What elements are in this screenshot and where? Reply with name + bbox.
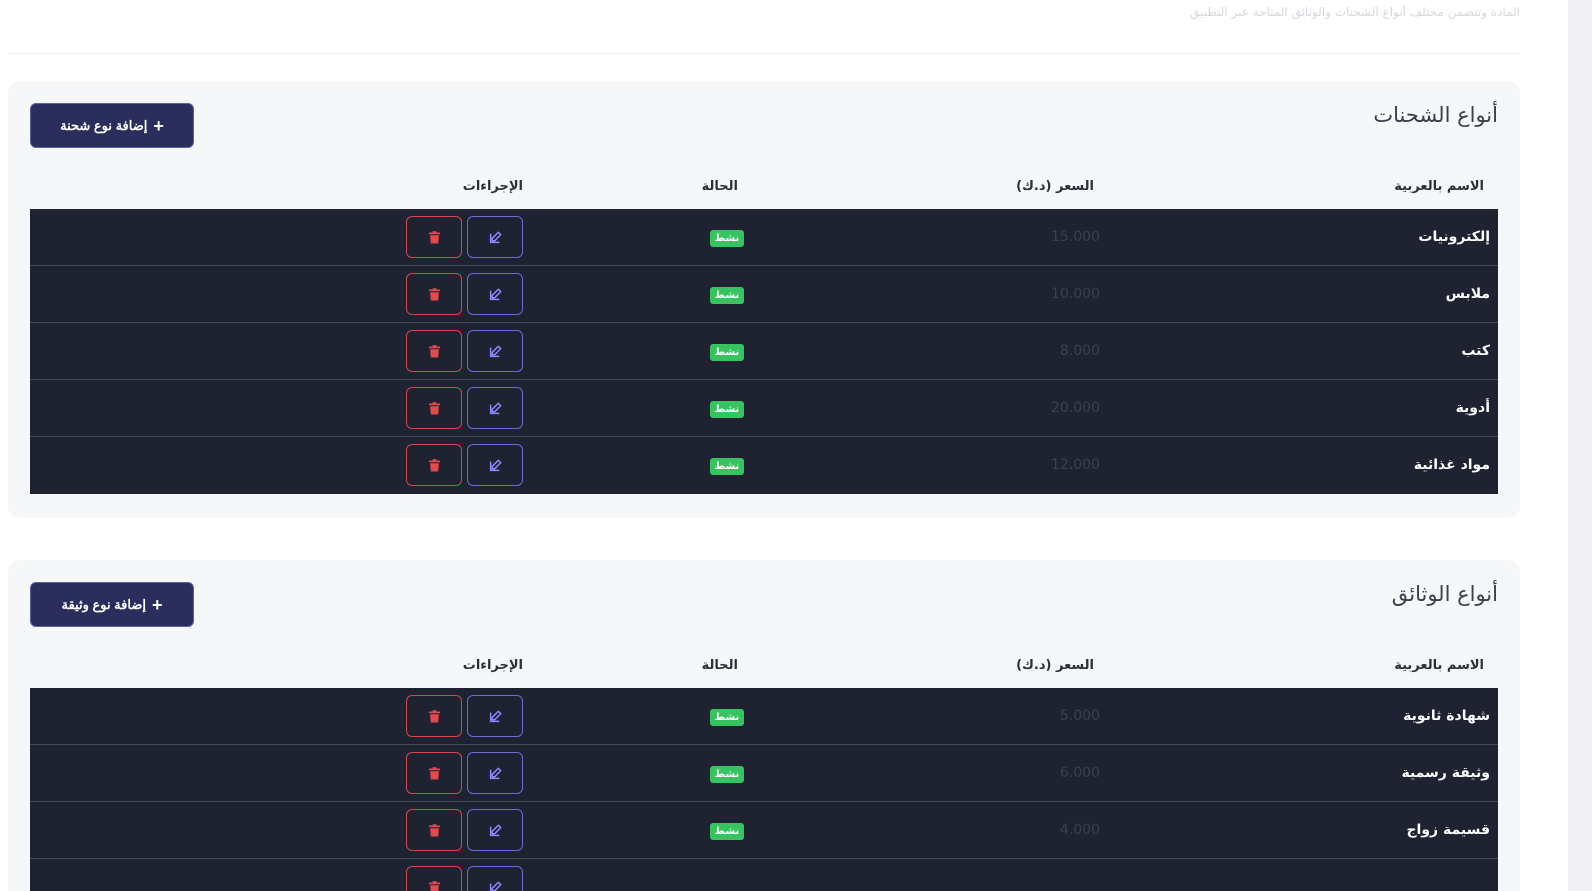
add-shipment-type-label: إضافة نوع شحنة	[60, 117, 148, 133]
row-name: وثيقة رسمية	[1401, 765, 1490, 781]
table-row: كتب 8.000 نشط	[30, 323, 1498, 380]
edit-button[interactable]	[467, 809, 523, 851]
column-header-actions: الإجراءات	[462, 179, 523, 194]
status-badge: نشط	[710, 230, 744, 247]
trash-icon	[428, 230, 440, 244]
table-row: أدوية 20.000 نشط	[30, 380, 1498, 437]
column-header-price: السعر (د.ك)	[1016, 658, 1094, 673]
edit-icon	[489, 287, 502, 301]
table-row: مواد غذائية 12.000 نشط	[30, 437, 1498, 494]
table-row	[30, 859, 1498, 891]
delete-button[interactable]	[406, 216, 462, 258]
edit-icon	[489, 823, 502, 837]
edit-button[interactable]	[467, 216, 523, 258]
add-document-type-label: إضافة نوع وثيقة	[61, 596, 146, 612]
status-badge: نشط	[710, 709, 744, 726]
row-name: ملابس	[1445, 286, 1490, 302]
row-price: 4.000	[1059, 822, 1100, 838]
row-name: إلكترونيات	[1418, 229, 1490, 245]
document-table-body: شهادة ثانوية 5.000 نشط وثيقة رسمية 6.000 نشط ق…	[30, 688, 1498, 891]
row-price: 15.000	[1051, 229, 1100, 245]
table-row: شهادة ثانوية 5.000 نشط	[30, 688, 1498, 745]
status-badge: نشط	[710, 823, 744, 840]
column-header-price: السعر (د.ك)	[1016, 179, 1094, 194]
delete-button[interactable]	[406, 273, 462, 315]
shipment-table-body: إلكترونيات 15.000 نشط ملابس 10.000 نشط كتب 8.00…	[30, 209, 1498, 494]
row-price: 20.000	[1051, 400, 1100, 416]
edit-icon	[489, 709, 502, 723]
trash-icon	[428, 766, 440, 780]
edit-icon	[489, 766, 502, 780]
row-price: 6.000	[1059, 765, 1100, 781]
trash-icon	[428, 401, 440, 415]
shipment-types-card: أنواع الشحنات + إضافة نوع شحنة الاسم بال…	[8, 81, 1520, 518]
row-name: شهادة ثانوية	[1403, 708, 1490, 724]
delete-button[interactable]	[406, 752, 462, 794]
trash-icon	[428, 880, 440, 891]
edit-button[interactable]	[467, 387, 523, 429]
add-shipment-type-button[interactable]: + إضافة نوع شحنة	[30, 103, 194, 148]
column-header-status: الحالة	[701, 658, 738, 673]
table-row: ملابس 10.000 نشط	[30, 266, 1498, 323]
document-types-card: أنواع الوثائق + إضافة نوع وثيقة الاسم با…	[8, 560, 1520, 891]
table-row: إلكترونيات 15.000 نشط	[30, 209, 1498, 266]
delete-button[interactable]	[406, 330, 462, 372]
page-description: المادة وتتضمن مختلف أنواع الشحنات والوثا…	[1189, 5, 1520, 19]
status-badge: نشط	[710, 766, 744, 783]
shipment-types-title: أنواع الشحنات	[1373, 103, 1498, 127]
edit-button[interactable]	[467, 866, 523, 891]
edit-icon	[489, 344, 502, 358]
column-header-status: الحالة	[701, 179, 738, 194]
edit-icon	[489, 458, 502, 472]
row-name: مواد غذائية	[1413, 457, 1490, 473]
row-price: 10.000	[1051, 286, 1100, 302]
edit-icon	[489, 880, 502, 891]
delete-button[interactable]	[406, 387, 462, 429]
column-header-name: الاسم بالعربية	[1394, 179, 1484, 194]
row-price: 5.000	[1059, 708, 1100, 724]
scrollbar[interactable]	[1568, 0, 1592, 891]
delete-button[interactable]	[406, 444, 462, 486]
edit-button[interactable]	[467, 752, 523, 794]
edit-icon	[489, 230, 502, 244]
delete-button[interactable]	[406, 866, 462, 891]
column-header-name: الاسم بالعربية	[1394, 658, 1484, 673]
trash-icon	[428, 344, 440, 358]
row-price: 8.000	[1059, 343, 1100, 359]
trash-icon	[428, 287, 440, 301]
add-document-type-button[interactable]: + إضافة نوع وثيقة	[30, 582, 194, 627]
document-types-title: أنواع الوثائق	[1391, 582, 1498, 606]
row-name: أدوية	[1455, 400, 1490, 416]
edit-button[interactable]	[467, 273, 523, 315]
edit-button[interactable]	[467, 444, 523, 486]
trash-icon	[428, 823, 440, 837]
document-table-header: الاسم بالعربية السعر (د.ك) الحالة الإجرا…	[30, 652, 1498, 688]
page: المادة وتتضمن مختلف أنواع الشحنات والوثا…	[0, 0, 1568, 891]
status-badge: نشط	[710, 401, 744, 418]
status-badge: نشط	[710, 344, 744, 361]
status-badge: نشط	[710, 287, 744, 304]
shipment-table-header: الاسم بالعربية السعر (د.ك) الحالة الإجرا…	[30, 173, 1498, 209]
row-name: قسيمة زواج	[1406, 822, 1490, 838]
row-name: كتب	[1461, 343, 1490, 359]
plus-icon: +	[151, 594, 163, 615]
row-price: 12.000	[1051, 457, 1100, 473]
plus-icon: +	[153, 115, 164, 136]
edit-button[interactable]	[467, 330, 523, 372]
edit-icon	[489, 401, 502, 415]
trash-icon	[428, 709, 440, 723]
trash-icon	[428, 458, 440, 472]
table-row: وثيقة رسمية 6.000 نشط	[30, 745, 1498, 802]
divider	[8, 53, 1521, 54]
edit-button[interactable]	[467, 695, 523, 737]
delete-button[interactable]	[406, 809, 462, 851]
status-badge: نشط	[710, 458, 744, 475]
column-header-actions: الإجراءات	[462, 658, 523, 673]
table-row: قسيمة زواج 4.000 نشط	[30, 802, 1498, 859]
delete-button[interactable]	[406, 695, 462, 737]
